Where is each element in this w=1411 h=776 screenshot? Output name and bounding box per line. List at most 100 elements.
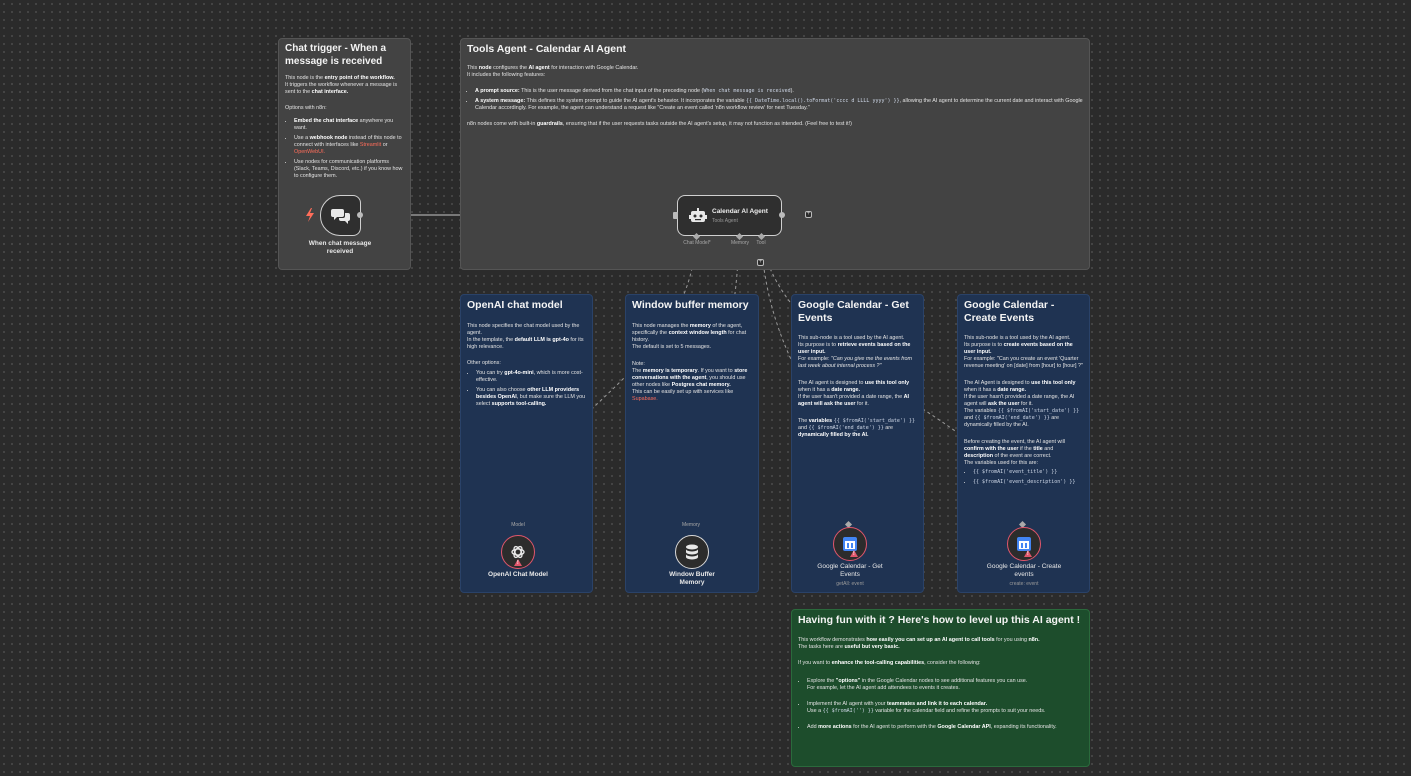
add-tool-plus-icon[interactable]: + [757,259,764,266]
text: If the user hasn't provided a date range… [798,394,904,400]
trigger-bolt-icon [305,208,315,222]
openai-icon [511,545,525,559]
note-title: Google Calendar - Get Events [798,299,909,324]
text: Before creating the event, the AI agent … [964,439,1065,445]
list-item: A system message: This defines the syste… [475,98,1083,112]
memory-label: Window Buffer Memory [669,571,715,586]
list-item: Use a webhook node instead of this node … [294,135,404,156]
code-snippet: {{ $fromAI('start_date') }} [997,408,1080,414]
text: variable for the calendar field and refi… [873,708,1046,714]
code-snippet: {{ $fromAI('start_date') }} [833,418,915,424]
text: Its purpose is to [964,342,1004,348]
openai-label: OpenAI Chat Model [488,571,548,578]
list-item: Implement the AI agent with your teammat… [807,701,1083,715]
level-up-note[interactable]: Having fun with it ? Here's how to level… [791,609,1090,767]
text: for it. [1019,401,1033,407]
note-title: Tools Agent - Calendar AI Agent [467,43,627,55]
text: of the event are correct. [993,453,1052,459]
code-snippet: {{ $fromAI('event_description') }} [973,479,1076,485]
text: Explore the [807,678,836,684]
trigger-output-port[interactable] [357,212,363,218]
text: when it has a [798,387,832,393]
text-bold: A system message: [475,98,526,104]
options-list: Embed the chat interface anywhere you wa… [285,118,404,180]
supabase-link[interactable]: Supabase. [632,396,658,402]
note-paragraph: The AI Agent is designed to use this too… [964,380,1083,394]
text-bold: Google Calendar API [937,724,991,730]
trigger-label: When chat message received [308,240,372,255]
text: in the Google Calendar nodes to see addi… [860,678,1028,684]
code-snippet: {{ DateTime.local().toFormat('cccc d LLL… [746,98,900,104]
note-paragraph: This node configures the AI agent for in… [467,65,1083,72]
text: The [798,418,809,424]
openwebui-link[interactable]: OpenWebUI. [294,149,325,155]
note-paragraph: This can be easily set up with services … [632,389,752,403]
note-paragraph: This node manages the memory of the agen… [632,323,752,344]
note-title: Window buffer memory [632,299,749,311]
agent-input-port[interactable] [673,212,678,219]
text: This defines the system prompt to guide … [525,98,747,104]
code-snippet: {{ $fromAI('end_date') }} [808,425,884,431]
chat-trigger-node[interactable] [320,195,361,236]
note-paragraph: If the user hasn't provided a date range… [798,394,917,408]
text: Implement the AI agent with your [807,701,888,707]
text-bold: guardrails [536,121,563,127]
text: for it. [855,401,870,407]
note-paragraph: This node is the entry point of the work… [285,75,404,82]
text-bold: more actions [818,724,852,730]
note-paragraph: In the template, the default LLM is gpt-… [467,337,586,351]
text: The variables [964,408,998,414]
add-node-plus-icon[interactable]: + [805,211,812,218]
text: The tasks here are [798,644,845,650]
text: , ensuring that if the user requests tas… [562,121,852,127]
list-item: Add more actions for the AI agent to per… [807,724,1083,731]
note-title: Chat trigger - When a message is receive… [285,43,387,67]
text: and [798,425,809,431]
warning-icon [1024,550,1032,557]
list-item: Use nodes for communication platforms (S… [294,159,404,180]
text: The [632,368,643,374]
note-paragraph: It triggers the workflow whenever a mess… [285,82,404,96]
note-paragraph: The tasks here are useful but very basic… [798,644,1083,651]
text: The AI agent is designed to [798,380,865,386]
window-buffer-memory-node[interactable] [675,535,709,569]
text: This can be easily set up with services … [632,389,734,395]
code-snippet: {{ $fromAI('') }} [822,708,874,714]
text: , expanding its functionality. [990,724,1057,730]
text: You can also choose [476,387,528,393]
calendar-ai-agent-node[interactable]: Calendar AI Agent Tools Agent [677,195,782,236]
note-paragraph: This node specifies the chat model used … [467,323,580,336]
text: for interaction with Google Calendar. [549,65,639,71]
list-item: Embed the chat interface anywhere you wa… [294,118,404,132]
note-paragraph: This sub-node is a tool used by the AI a… [964,335,1071,341]
text-bold: confirm with the user [964,446,1019,452]
text: For example, let the AI agent add attend… [807,685,960,691]
note-paragraph: The AI agent is designed to use this too… [798,380,917,394]
note-paragraph: Other options: [467,360,501,366]
get-events-label: Google Calendar - Get Events [817,563,883,578]
text: The AI Agent is designed to [964,380,1032,386]
text: . If you want to [697,368,735,374]
text: This [467,65,479,71]
text: This node is the [285,75,325,81]
agent-output-port[interactable] [779,212,785,218]
text: or [381,142,388,148]
text-bold: memory [689,323,711,329]
text-bold: date range. [997,387,1027,393]
note-paragraph: The memory is temporary. If you want to … [632,368,752,389]
features-list: A prompt source: This is the user messag… [467,88,1083,112]
text: If you want to [798,660,832,666]
code-snippet: {{ $fromAI('event_title') }} [973,469,1058,475]
text-bold: how easily you can set up an AI agent to… [866,637,995,643]
note-paragraph: For example: "Can you create an event 'Q… [964,356,1083,369]
database-icon [686,544,698,560]
streamlit-link[interactable]: Streamlit [360,142,381,148]
note-title: Having fun with it ? Here's how to level… [798,614,1081,626]
note-paragraph: Note: [632,361,645,367]
text: are [883,425,894,431]
text-bold: AI agent [528,65,550,71]
note-paragraph: n8n nodes come with built-in guardrails,… [467,121,1083,128]
text: In the template, the [467,337,515,343]
text-bold: date range. [831,387,861,393]
text: This node manages the [632,323,690,329]
